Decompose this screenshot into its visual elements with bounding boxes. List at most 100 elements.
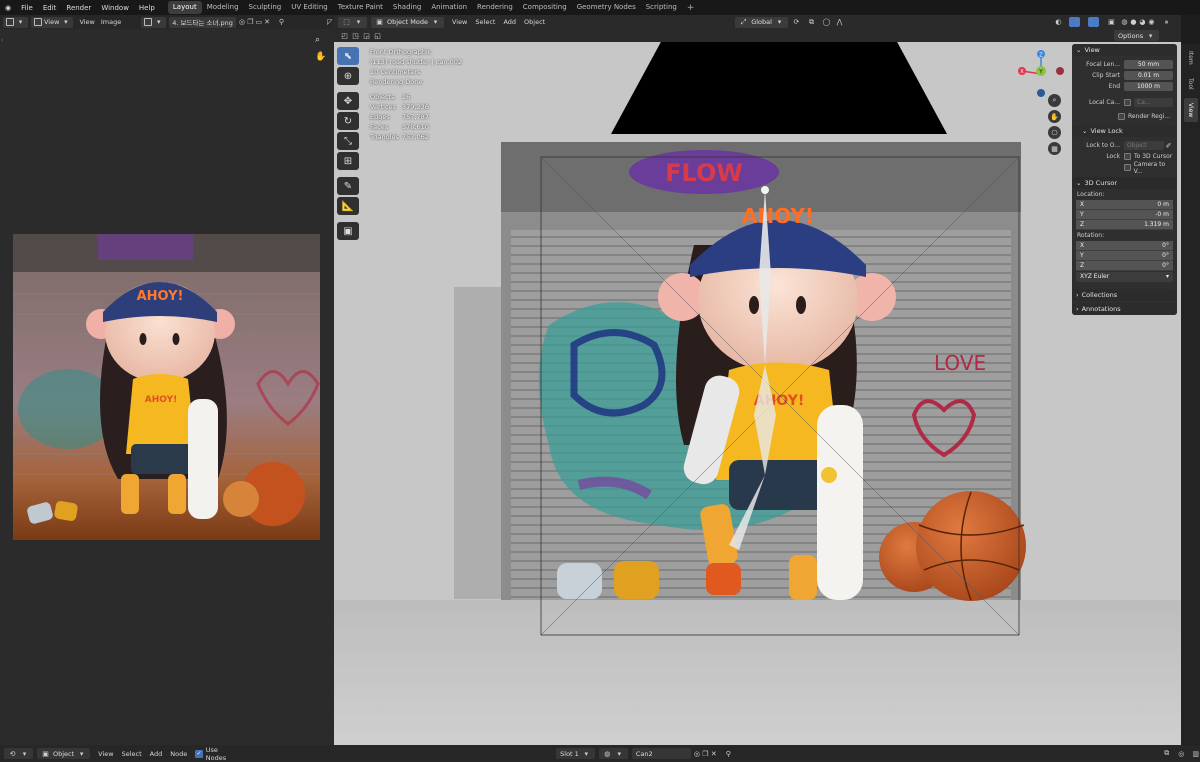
view-lock-header[interactable]: ⌄ View Lock	[1072, 125, 1177, 137]
visibility-icon[interactable]: ◐	[1054, 18, 1063, 27]
add-cube-tool-icon[interactable]: ▣	[337, 222, 359, 240]
annotations-panel-header[interactable]: › Annotations	[1072, 303, 1177, 315]
shader-type-select[interactable]: ▣ Object ▾	[37, 748, 91, 759]
menu-select[interactable]: Select	[122, 750, 142, 758]
xray-icon[interactable]: ▣	[1107, 18, 1116, 27]
select-tool-icon[interactable]: ⬉	[337, 47, 359, 65]
move-tool-icon[interactable]: ✥	[337, 92, 359, 110]
tab-scripting[interactable]: Scripting	[641, 1, 682, 14]
collections-panel-header[interactable]: › Collections	[1072, 289, 1177, 301]
rotation-mode-select[interactable]: XYZ Euler ▾	[1076, 272, 1173, 282]
measure-tool-icon[interactable]: 📐	[337, 197, 359, 215]
rendered-shading-icon[interactable]: ◉	[1147, 18, 1156, 27]
close-icon[interactable]: ✕	[263, 18, 271, 27]
tab-compositing[interactable]: Compositing	[518, 1, 572, 14]
lock-object-field[interactable]: Object	[1124, 141, 1164, 150]
duplicate-icon[interactable]: ❐	[246, 18, 254, 27]
camera-view-icon[interactable]: ⎔	[1048, 126, 1061, 139]
view-panel-header[interactable]: ⌄ View	[1072, 44, 1177, 56]
image-name-field[interactable]: 4. 보드타는 소녀.png	[169, 16, 236, 28]
sidebar-toggle-icon[interactable]: ▥	[1191, 749, 1199, 758]
scale-tool-icon[interactable]: ⤡	[337, 132, 359, 150]
folder-icon[interactable]: ▭	[255, 18, 263, 27]
fake-user-icon[interactable]: ◎	[693, 749, 701, 758]
tab-rendering[interactable]: Rendering	[472, 1, 518, 14]
tab-item[interactable]: Item	[1184, 46, 1198, 70]
pan-hand-icon[interactable]: ✋	[1048, 110, 1061, 123]
blender-logo-icon[interactable]: ◉	[0, 4, 16, 12]
tab-tool[interactable]: Tool	[1184, 72, 1198, 96]
fake-user-icon[interactable]: ◎	[238, 18, 246, 27]
menu-add[interactable]: Add	[150, 750, 163, 758]
tab-sculpting[interactable]: Sculpting	[244, 1, 287, 14]
grid-toggle-icon[interactable]: ▦	[1048, 142, 1061, 155]
cursor-location-y[interactable]: Y -0 m	[1076, 210, 1173, 220]
material-name-field[interactable]: Can2	[631, 748, 691, 759]
editor-type-button[interactable]: ▾	[3, 16, 28, 28]
select-box-mode-icon[interactable]: ◰	[340, 31, 349, 40]
overlay-toggle-icon[interactable]	[1087, 17, 1099, 27]
cursor-tool-icon[interactable]: ⊕	[337, 67, 359, 85]
use-nodes-toggle[interactable]: ✓ Use Nodes	[195, 746, 238, 762]
select-extend-icon[interactable]: ◳	[351, 31, 360, 40]
editor-type-button[interactable]: ⟲ ▾	[4, 748, 33, 759]
snap-icon[interactable]: ⧉	[807, 18, 816, 27]
hand-icon[interactable]: ✋	[315, 52, 326, 62]
tab-texture-paint[interactable]: Texture Paint	[333, 1, 388, 14]
focal-length-field[interactable]: 50 mm	[1124, 60, 1173, 69]
duplicate-icon[interactable]: ❐	[701, 749, 709, 758]
3d-cursor-header[interactable]: ⌄ 3D Cursor	[1072, 177, 1177, 189]
menu-file[interactable]: File	[16, 4, 38, 12]
cursor-location-x[interactable]: X0 m	[1076, 200, 1173, 210]
wireframe-shading-icon[interactable]: ◍	[1120, 18, 1129, 27]
menu-view[interactable]: View	[79, 18, 94, 26]
material-shading-icon[interactable]: ◕	[1138, 18, 1147, 27]
proportional-edit-icon[interactable]: ◯	[822, 18, 831, 27]
snapping-icon[interactable]: ⧉	[1163, 749, 1171, 758]
solid-shading-icon[interactable]: ●	[1129, 18, 1138, 27]
tab-uv-editing[interactable]: UV Editing	[286, 1, 333, 14]
cursor-rotation-x[interactable]: X 0°	[1076, 241, 1173, 251]
zoom-icon[interactable]: ⌕	[315, 35, 320, 45]
menu-select[interactable]: Select	[475, 18, 495, 26]
local-camera-field[interactable]: Ca...	[1134, 98, 1173, 107]
tab-modeling[interactable]: Modeling	[202, 1, 244, 14]
menu-view[interactable]: View	[98, 750, 113, 758]
menu-help[interactable]: Help	[134, 4, 160, 12]
render-region-checkbox[interactable]	[1118, 113, 1125, 120]
menu-view[interactable]: View	[452, 18, 467, 26]
camera-to-view-checkbox[interactable]	[1124, 164, 1131, 171]
menu-edit[interactable]: Edit	[38, 4, 62, 12]
local-camera-checkbox[interactable]	[1124, 99, 1131, 106]
close-icon[interactable]: ✕	[710, 749, 718, 758]
menu-add[interactable]: Add	[503, 18, 516, 26]
sample-icon[interactable]: ◸	[326, 18, 334, 27]
menu-node[interactable]: Node	[170, 750, 187, 758]
tab-shading[interactable]: Shading	[388, 1, 426, 14]
sidebar-toggle-icon[interactable]: ›	[1, 37, 3, 44]
pin-icon[interactable]: ⚲	[277, 18, 285, 27]
clip-end-field[interactable]: 1000 m	[1124, 82, 1173, 91]
transform-tool-icon[interactable]: ⊞	[337, 152, 359, 170]
menu-render[interactable]: Render	[61, 4, 96, 12]
eyedropper-icon[interactable]: ✐	[1164, 141, 1173, 150]
clip-start-field[interactable]: 0.01 m	[1124, 71, 1173, 80]
annotate-tool-icon[interactable]: ✎	[337, 177, 359, 195]
menu-object[interactable]: Object	[524, 18, 545, 26]
falloff-icon[interactable]: ⋀	[835, 18, 844, 27]
orientation-select[interactable]: ⤢ Global ▾	[735, 16, 788, 28]
gizmo-toggle-icon[interactable]	[1068, 17, 1080, 27]
pin-icon[interactable]: ⚲	[724, 749, 732, 758]
pivot-icon[interactable]: ⟳	[792, 18, 801, 27]
tab-layout[interactable]: Layout	[167, 1, 202, 14]
tab-view[interactable]: View	[1183, 98, 1198, 122]
image-browse-button[interactable]: ▾	[141, 16, 167, 28]
cursor-rotation-z[interactable]: Z 0°	[1076, 261, 1173, 271]
select-subtract-icon[interactable]: ◲	[362, 31, 371, 40]
view-mode-select[interactable]: View ▾	[31, 16, 74, 28]
menu-window[interactable]: Window	[96, 4, 134, 12]
zoom-icon[interactable]: ⌕	[1048, 94, 1061, 107]
mode-select[interactable]: ▣ Object Mode ▾	[371, 16, 444, 28]
editor-type-button[interactable]: ⬚ ▾	[338, 16, 367, 28]
cursor-location-z[interactable]: Z 1.319 m	[1076, 220, 1173, 230]
